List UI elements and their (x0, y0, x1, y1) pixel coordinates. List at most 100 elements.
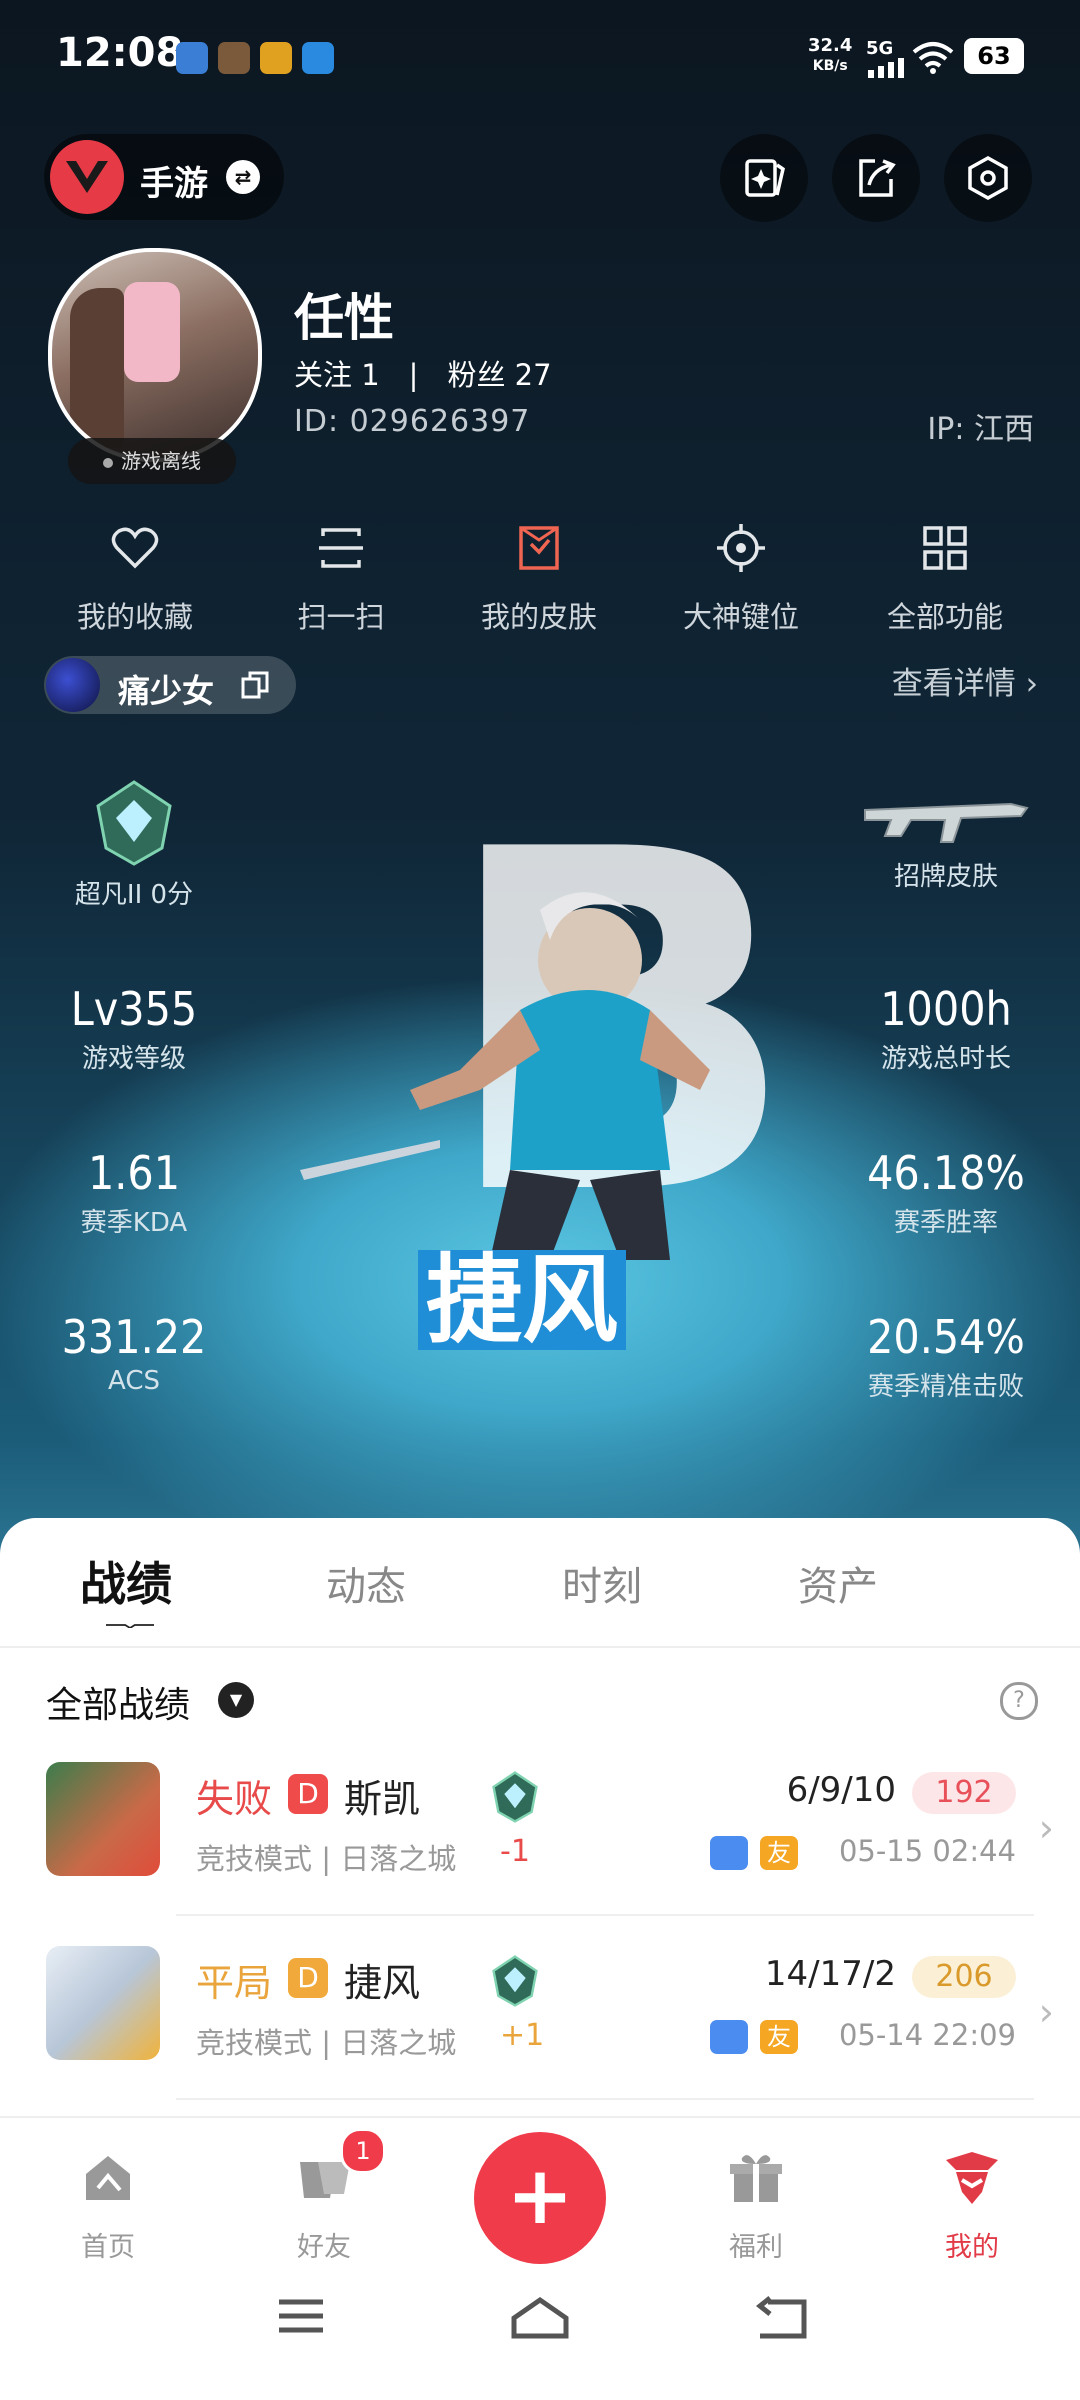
ip-location: IP: 江西 (927, 412, 1034, 447)
hours-stat: 1000h 游戏总时长 (836, 982, 1056, 1075)
copy-icon[interactable] (240, 670, 270, 700)
heart-icon (111, 527, 159, 569)
back-icon[interactable] (754, 2296, 808, 2340)
nav-friends-label: 好友 (297, 2232, 351, 2263)
nav-home-label: 首页 (81, 2232, 135, 2263)
match-result: 平局 (196, 1961, 273, 2005)
kda-stat: 1.61 赛季KDA (24, 1146, 244, 1239)
rank-emblem-icon (492, 1955, 538, 2007)
quick-scan-label: 扫一扫 (297, 600, 385, 634)
chevron-down-icon[interactable]: ▼ (218, 1682, 254, 1718)
match-result: 失败 (196, 1777, 273, 1821)
tab-feed[interactable]: 动态 (326, 1554, 406, 1612)
help-icon[interactable]: ? (1000, 1682, 1038, 1720)
quick-keymaps[interactable]: 大神键位 (656, 520, 826, 636)
scan-icon (319, 528, 363, 568)
bottom-nav: 首页 好友 1 + 福利 我的 (0, 2116, 1080, 2400)
notification-icons (176, 42, 334, 74)
profile-page: 12:08 32.4 KB/s 5G 63 手游 ⇄ 游戏离线 任性 关注 1 … (0, 0, 1080, 2400)
quick-scan[interactable]: 扫一扫 (256, 520, 426, 636)
character-name: 痛少女 (118, 672, 215, 710)
settings-button[interactable] (944, 134, 1032, 222)
winrate-label: 赛季胜率 (893, 1208, 998, 1238)
kda-value: 1.61 (87, 1146, 181, 1200)
match-time: 05-15 02:44 (838, 1834, 1016, 1868)
match-kda: 14/17/2 (764, 1954, 896, 1994)
quick-all-functions[interactable]: 全部功能 (860, 520, 1030, 636)
rank-emblem-icon (492, 1771, 538, 1823)
quick-skins-label: 我的皮肤 (480, 600, 597, 634)
quick-favorites[interactable]: 我的收藏 (50, 520, 220, 636)
signature-skin-stat[interactable]: 招牌皮肤 (836, 790, 1056, 893)
tier-badge: D (288, 1774, 328, 1814)
signal-icon (868, 58, 904, 78)
status-bar: 12:08 32.4 KB/s 5G 63 (0, 0, 1080, 110)
video-icon[interactable] (710, 2020, 748, 2054)
acs-value: 331.22 (61, 1310, 207, 1364)
quick-skins[interactable]: 我的皮肤 (454, 520, 624, 636)
tab-assets[interactable]: 资产 (798, 1554, 878, 1612)
game-switch-button[interactable]: 手游 ⇄ (44, 134, 284, 220)
match-row[interactable]: 平局 D 捷风 竞技模式 | 日落之城 +1 14/17/2 206 友 05-… (0, 1946, 1080, 2126)
rifle-skin-icon (864, 802, 1029, 843)
headshot-value: 20.54% (867, 1310, 1025, 1364)
nav-me[interactable]: 我的 (912, 2148, 1032, 2264)
crosshair-icon (717, 524, 765, 572)
notification-badge: 1 (340, 2128, 386, 2174)
character-tag[interactable]: 痛少女 (44, 656, 296, 714)
agent-portrait (46, 1762, 160, 1876)
view-details-link[interactable]: 查看详情 › (892, 658, 1038, 703)
avatar[interactable] (48, 248, 262, 462)
gift-icon (730, 2155, 782, 2202)
hours-value: 1000h (880, 982, 1012, 1036)
rank-emblem-icon (96, 780, 172, 866)
skin-icon (519, 526, 559, 570)
nav-benefits[interactable]: 福利 (696, 2148, 816, 2264)
app-notification-icon (176, 42, 208, 74)
switch-icon: ⇄ (226, 160, 260, 194)
follow-stats[interactable]: 关注 1 | 粉丝 27 (294, 352, 552, 394)
agent-portrait (46, 1946, 160, 2060)
app-notification-icon (218, 42, 250, 74)
level-label: 游戏等级 (81, 1044, 186, 1074)
records-filter-title[interactable]: 全部战绩 (46, 1676, 190, 1728)
status-time: 12:08 (56, 30, 184, 76)
tab-records[interactable]: 战绩 (80, 1548, 172, 1614)
signal-type: 5G (866, 38, 894, 59)
user-name: 任性 (294, 289, 394, 347)
add-button[interactable]: + (474, 2132, 606, 2264)
quick-all-functions-label: 全部功能 (886, 600, 1003, 634)
nav-benefits-label: 福利 (729, 2232, 783, 2263)
battery-indicator: 63 (964, 38, 1024, 74)
game-logo-icon (50, 140, 124, 214)
rank-stat[interactable]: 超凡II 0分 (24, 778, 244, 911)
menu-icon[interactable] (276, 2296, 326, 2336)
rank-delta: -1 (500, 1834, 530, 1869)
game-switch-label: 手游 (140, 164, 208, 204)
home-nav-icon[interactable] (510, 2296, 570, 2340)
kda-label: 赛季KDA (80, 1208, 188, 1238)
app-notification-icon (302, 42, 334, 74)
headshot-stat: 20.54% 赛季精准击败 (836, 1310, 1056, 1403)
app-notification-icon (260, 42, 292, 74)
agent-played: 捷风 (344, 1961, 421, 2005)
tab-moments[interactable]: 时刻 (562, 1554, 642, 1612)
rank-delta: +1 (500, 2018, 545, 2053)
agent-played: 斯凯 (344, 1777, 421, 1821)
net-speed: 32.4 KB/s (808, 36, 852, 76)
nav-home[interactable]: 首页 (48, 2148, 168, 2264)
home-icon (86, 2156, 130, 2200)
match-score: 206 (912, 1956, 1016, 1998)
match-row[interactable]: 失败 D 斯凯 竞技模式 | 日落之城 -1 6/9/10 192 友 05-1… (0, 1762, 1080, 1942)
chevron-right-icon: › (1038, 1806, 1054, 1850)
winrate-value: 46.18% (867, 1146, 1025, 1200)
signature-skin-label: 招牌皮肤 (893, 862, 998, 892)
video-icon[interactable] (710, 1836, 748, 1870)
star-card-icon (745, 159, 785, 197)
star-card-button[interactable] (720, 134, 808, 222)
headshot-label: 赛季精准击败 (867, 1372, 1024, 1402)
records-panel: 战绩 动态 时刻 资产 全部战绩 ▼ ? 失败 D 斯凯 竞技模式 | 日落之城… (0, 1518, 1080, 2118)
offline-status-text: 游戏离线 (121, 449, 201, 473)
share-button[interactable] (832, 134, 920, 222)
winrate-stat: 46.18% 赛季胜率 (836, 1146, 1056, 1239)
